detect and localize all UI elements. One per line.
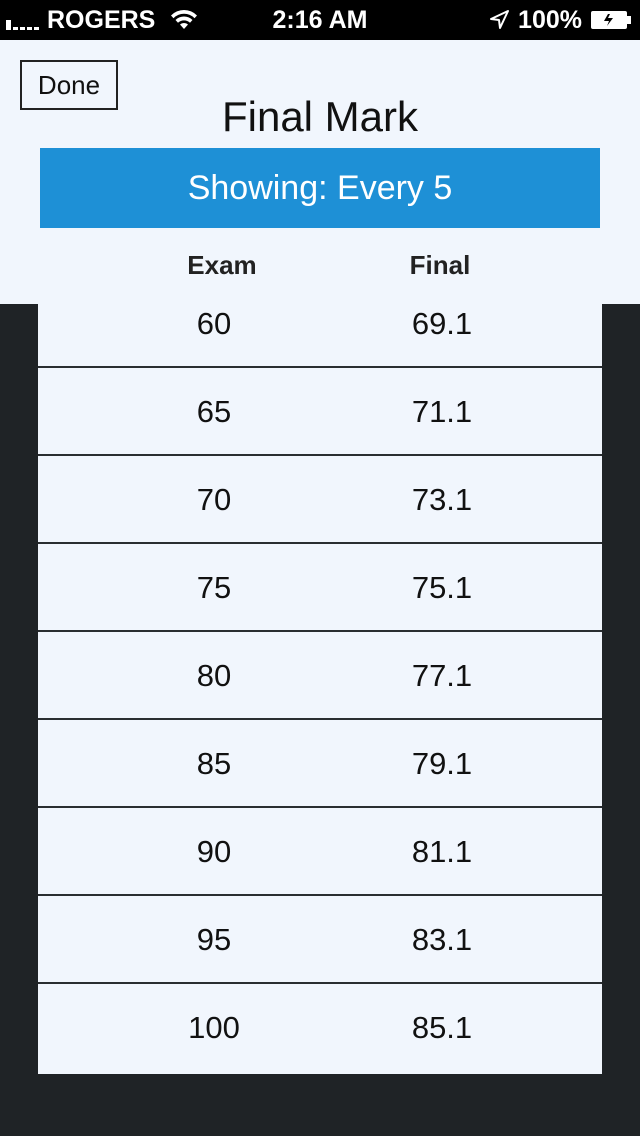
table-row: 70 73.1 bbox=[38, 456, 602, 544]
final-cell: 81.1 bbox=[411, 834, 473, 869]
final-cell: 83.1 bbox=[411, 922, 473, 957]
table-row: 95 83.1 bbox=[38, 896, 602, 984]
exam-cell: 60 bbox=[196, 306, 232, 341]
battery-percent: 100% bbox=[518, 5, 582, 34]
exam-cell: 80 bbox=[196, 658, 232, 693]
header-panel: Done Final Mark Showing: Every 5 Exam Fi… bbox=[0, 40, 640, 304]
table-row: 85 79.1 bbox=[38, 720, 602, 808]
final-cell: 79.1 bbox=[411, 746, 473, 781]
exam-cell: 95 bbox=[196, 922, 232, 957]
table-row: 75 75.1 bbox=[38, 544, 602, 632]
exam-cell: 65 bbox=[196, 394, 232, 429]
column-header-final: Final bbox=[409, 250, 471, 280]
column-header-exam: Exam bbox=[187, 250, 257, 280]
status-bar: ROGERS 2:16 AM 100% bbox=[0, 0, 640, 40]
exam-cell: 100 bbox=[188, 1010, 240, 1045]
exam-cell: 75 bbox=[196, 570, 232, 605]
exam-cell: 90 bbox=[196, 834, 232, 869]
battery-icon bbox=[591, 11, 631, 29]
results-table[interactable]: 60 69.1 65 71.1 70 73.1 75 75.1 80 77.1 … bbox=[38, 304, 602, 1074]
status-right: 100% bbox=[488, 5, 632, 35]
exam-cell: 85 bbox=[196, 746, 232, 781]
location-arrow-icon bbox=[490, 10, 510, 29]
exam-cell: 70 bbox=[196, 482, 232, 517]
final-cell: 75.1 bbox=[411, 570, 473, 605]
final-cell: 73.1 bbox=[411, 482, 473, 517]
showing-interval-button[interactable]: Showing: Every 5 bbox=[40, 148, 600, 228]
final-cell: 69.1 bbox=[411, 306, 473, 341]
table-row: 65 71.1 bbox=[38, 368, 602, 456]
final-cell: 85.1 bbox=[411, 1010, 473, 1045]
table-row: 90 81.1 bbox=[38, 808, 602, 896]
table-row: 60 69.1 bbox=[38, 304, 602, 368]
final-cell: 77.1 bbox=[411, 658, 473, 693]
table-row: 80 77.1 bbox=[38, 632, 602, 720]
final-cell: 71.1 bbox=[411, 394, 473, 429]
table-row: 100 85.1 bbox=[38, 984, 602, 1072]
page-title: Final Mark bbox=[221, 93, 419, 140]
